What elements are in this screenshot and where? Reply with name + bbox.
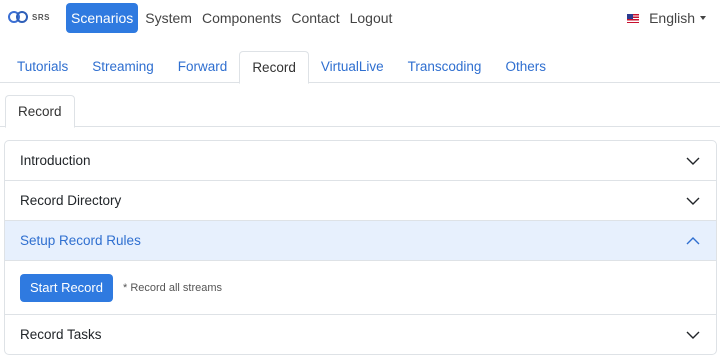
tab-streaming[interactable]: Streaming [80, 51, 166, 83]
nav-scenarios[interactable]: Scenarios [66, 3, 139, 33]
tab-forward[interactable]: Forward [166, 51, 240, 83]
us-flag-icon [627, 13, 640, 23]
nav-components[interactable]: Components [199, 3, 284, 33]
caret-down-icon [700, 16, 706, 20]
accordion-item-record-directory: Record Directory [5, 180, 716, 220]
accordion-title: Introduction [20, 153, 91, 168]
tab-others[interactable]: Others [493, 51, 558, 83]
logo-text: SRS [32, 12, 50, 22]
top-navbar: SRS Scenarios System Components Contact … [0, 0, 720, 36]
start-record-button[interactable]: Start Record [20, 273, 113, 302]
scenario-tabs: Tutorials Streaming Forward Record Virtu… [0, 51, 720, 84]
nav-logout[interactable]: Logout [347, 3, 396, 33]
language-dropdown[interactable]: English [627, 10, 706, 26]
logo-icon [8, 11, 28, 23]
accordion-header-record-directory[interactable]: Record Directory [5, 181, 716, 220]
chevron-down-icon [686, 197, 700, 205]
accordion-item-setup-record-rules: Setup Record Rules Start Record * Record… [5, 220, 716, 314]
accordion-header-record-tasks[interactable]: Record Tasks [5, 315, 716, 354]
srs-logo[interactable]: SRS [8, 11, 50, 23]
tab-virtuallive[interactable]: VirtualLive [309, 51, 396, 83]
main-nav: Scenarios System Components Contact Logo… [66, 3, 399, 33]
accordion-title: Record Tasks [20, 327, 102, 342]
tab-transcoding[interactable]: Transcoding [396, 51, 494, 83]
accordion-title: Setup Record Rules [20, 233, 141, 248]
accordion-item-introduction: Introduction [5, 141, 716, 180]
subtab-record[interactable]: Record [5, 95, 75, 128]
language-label: English [649, 10, 695, 26]
nav-system[interactable]: System [142, 3, 195, 33]
tab-record[interactable]: Record [239, 51, 309, 84]
chevron-up-icon [686, 236, 700, 244]
chevron-down-icon [686, 331, 700, 339]
accordion-header-setup-record-rules[interactable]: Setup Record Rules [5, 221, 716, 260]
tab-tutorials[interactable]: Tutorials [5, 51, 80, 83]
record-accordion: Introduction Record Directory Setup Reco… [4, 140, 717, 355]
record-hint-text: * Record all streams [122, 281, 223, 294]
accordion-header-introduction[interactable]: Introduction [5, 141, 716, 180]
record-subtabs: Record [0, 95, 720, 128]
accordion-item-record-tasks: Record Tasks [5, 314, 716, 354]
chevron-down-icon [686, 157, 700, 165]
accordion-title: Record Directory [20, 193, 122, 208]
nav-contact[interactable]: Contact [288, 3, 342, 33]
accordion-body-setup-record-rules: Start Record * Record all streams [5, 260, 716, 314]
